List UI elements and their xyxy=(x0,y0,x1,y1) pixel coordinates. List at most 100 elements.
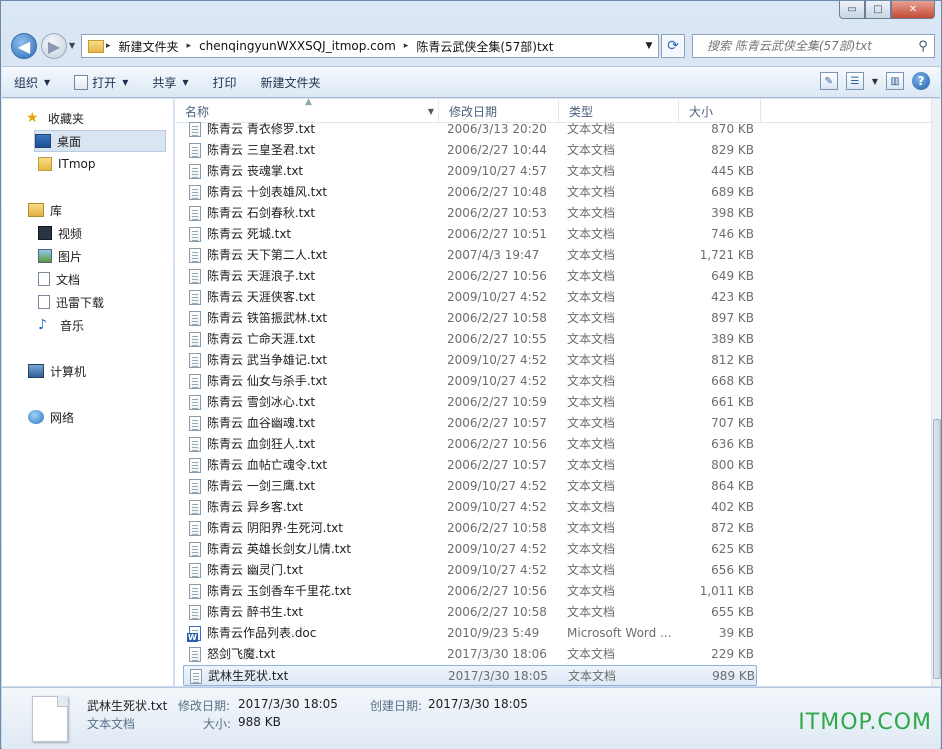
file-row[interactable]: 陈青云 铁笛振武林.txt 2006/2/27 10:58 文本文档 897 KB xyxy=(175,308,931,329)
view-options-icon[interactable]: ☰ xyxy=(845,72,864,90)
star-icon: ★ xyxy=(26,110,39,126)
preview-pane-icon[interactable]: ▥ xyxy=(886,72,904,90)
file-row[interactable]: 陈青云 血帖亡魂令.txt 2006/2/27 10:57 文本文档 800 KB xyxy=(175,455,931,476)
file-name: 陈青云 雪剑冰心.txt xyxy=(207,395,316,409)
breadcrumb-current-folder[interactable]: 陈青云武侠全集(57部)txt xyxy=(410,38,559,55)
file-row[interactable]: 陈青云 十剑表雄风.txt 2006/2/27 10:48 文本文档 689 KB xyxy=(175,182,931,203)
back-button[interactable]: ◀ xyxy=(11,33,37,59)
view-dropdown-icon[interactable]: ▼ xyxy=(872,77,878,86)
search-icon[interactable]: ⚲ xyxy=(912,39,934,54)
file-type: 文本文档 xyxy=(568,669,617,683)
recent-pages-dropdown-icon[interactable]: ▼ xyxy=(69,41,75,50)
refresh-icon[interactable]: ⟳ xyxy=(661,34,685,58)
file-date: 2006/2/27 10:55 xyxy=(447,332,547,346)
text-file-icon xyxy=(189,185,201,200)
chevron-down-icon[interactable]: ▼ xyxy=(428,107,434,116)
open-button[interactable]: 打开 ▼ xyxy=(62,71,140,93)
address-dropdown-icon[interactable]: ▼ xyxy=(640,41,658,51)
file-row[interactable]: 陈青云作品列表.doc 2010/9/23 5:49 Microsoft Word … xyxy=(175,623,931,644)
text-file-icon xyxy=(189,416,201,431)
organize-button[interactable]: 组织 ▼ xyxy=(2,71,62,93)
file-row[interactable]: 陈青云 青衣修罗.txt 2006/3/13 20:20 文本文档 870 KB xyxy=(175,119,931,140)
file-row[interactable]: 陈青云 血谷幽魂.txt 2006/2/27 10:57 文本文档 707 KB xyxy=(175,413,931,434)
details-created-value: 2017/3/30 18:05 xyxy=(428,697,528,711)
file-date: 2009/10/27 4:52 xyxy=(447,500,547,514)
address-bar[interactable]: ▸ 新建文件夹 ▸ chenqingyunWXXSQJ_itmop.com ▸ … xyxy=(81,34,659,58)
nav-desktop[interactable]: 桌面 xyxy=(34,130,166,152)
text-file-icon xyxy=(189,647,201,662)
file-name: 陈青云 青衣修罗.txt xyxy=(207,122,316,136)
file-size: 864 KB xyxy=(711,479,754,493)
file-type: 文本文档 xyxy=(567,206,616,220)
file-row[interactable]: 陈青云 石剑春秋.txt 2006/2/27 10:53 文本文档 398 KB xyxy=(175,203,931,224)
nav-favorites[interactable]: ★ 收藏夹 xyxy=(26,107,192,129)
share-button[interactable]: 共享 ▼ xyxy=(140,71,200,93)
file-row[interactable]: 陈青云 幽灵门.txt 2009/10/27 4:52 文本文档 656 KB xyxy=(175,560,931,581)
text-file-icon xyxy=(189,248,201,263)
file-row[interactable]: 陈青云 天涯侠客.txt 2009/10/27 4:52 文本文档 423 KB xyxy=(175,287,931,308)
file-row[interactable]: 陈青云 亡命天涯.txt 2006/2/27 10:55 文本文档 389 KB xyxy=(175,329,931,350)
column-type-label: 类型 xyxy=(569,104,594,119)
text-file-icon xyxy=(189,584,201,599)
nav-library[interactable]: 库 xyxy=(28,199,194,221)
text-file-icon xyxy=(189,500,201,515)
nav-thunder-label: 迅雷下载 xyxy=(56,295,105,310)
close-button[interactable]: ✕ xyxy=(891,1,935,19)
file-size: 1,011 KB xyxy=(699,584,754,598)
file-row[interactable]: 陈青云 武当争雄记.txt 2009/10/27 4:52 文本文档 812 KB xyxy=(175,350,931,371)
file-row[interactable]: 陈青云 玉剑香车千里花.txt 2006/2/27 10:56 文本文档 1,011 … xyxy=(175,581,931,602)
minimize-button[interactable]: ▭ xyxy=(839,1,865,19)
file-row[interactable]: 陈青云 仙女与杀手.txt 2009/10/27 4:52 文本文档 668 KB xyxy=(175,371,931,392)
breadcrumb-separator-icon[interactable]: ▸ xyxy=(185,41,194,51)
file-date: 2006/2/27 10:51 xyxy=(447,227,547,241)
details-filetype: 文本文档 xyxy=(87,717,136,731)
file-row[interactable]: 陈青云 血剑狂人.txt 2006/2/27 10:56 文本文档 636 KB xyxy=(175,434,931,455)
nav-computer[interactable]: 计算机 xyxy=(28,360,194,382)
file-type: 文本文档 xyxy=(567,437,616,451)
documents-icon xyxy=(38,272,50,286)
file-date: 2006/2/27 10:57 xyxy=(447,416,547,430)
breadcrumb-separator-icon[interactable]: ▸ xyxy=(104,41,113,51)
breadcrumb-separator-icon[interactable]: ▸ xyxy=(402,41,411,51)
file-row[interactable]: 陈青云 天涯浪子.txt 2006/2/27 10:56 文本文档 649 KB xyxy=(175,266,931,287)
file-row[interactable]: 怒剑飞魔.txt 2017/3/30 18:06 文本文档 229 KB xyxy=(175,644,931,665)
file-row[interactable]: 陈青云 异乡客.txt 2009/10/27 4:52 文本文档 402 KB xyxy=(175,497,931,518)
text-file-icon xyxy=(189,143,201,158)
nav-network[interactable]: 网络 xyxy=(28,406,194,428)
forward-button[interactable]: ▶ xyxy=(41,33,67,59)
file-row[interactable]: 武林生死状.txt 2017/3/30 18:05 文本文档 989 KB xyxy=(183,665,757,686)
file-row[interactable]: 陈青云 雪剑冰心.txt 2006/2/27 10:59 文本文档 661 KB xyxy=(175,392,931,413)
text-file-icon xyxy=(189,332,201,347)
text-file-icon xyxy=(189,395,201,410)
file-type: 文本文档 xyxy=(567,185,616,199)
file-row[interactable]: 陈青云 丧魂掌.txt 2009/10/27 4:57 文本文档 445 KB xyxy=(175,161,931,182)
file-size: 800 KB xyxy=(711,458,754,472)
file-row[interactable]: 陈青云 三皇圣君.txt 2006/2/27 10:44 文本文档 829 KB xyxy=(175,140,931,161)
file-row[interactable]: 陈青云 醉书生.txt 2006/2/27 10:58 文本文档 655 KB xyxy=(175,602,931,623)
file-row[interactable]: 陈青云 死城.txt 2006/2/27 10:51 文本文档 746 KB xyxy=(175,224,931,245)
file-row[interactable]: 陈青云 阴阳界·生死河.txt 2006/2/27 10:58 文本文档 872 KB xyxy=(175,518,931,539)
file-date: 2006/2/27 10:59 xyxy=(447,395,547,409)
new-folder-button[interactable]: 新建文件夹 xyxy=(249,71,333,93)
network-icon xyxy=(28,410,44,424)
file-date: 2009/10/27 4:52 xyxy=(447,374,547,388)
breadcrumb-new-folder[interactable]: 新建文件夹 xyxy=(113,38,185,55)
file-row[interactable]: 陈青云 一剑三鹰.txt 2009/10/27 4:52 文本文档 864 KB xyxy=(175,476,931,497)
file-row[interactable]: 陈青云 英雄长剑女儿情.txt 2009/10/27 4:52 文本文档 625 KB xyxy=(175,539,931,560)
help-icon[interactable]: ? xyxy=(912,72,930,90)
details-modified-label: 修改日期: xyxy=(178,699,231,713)
nav-documents-label: 文档 xyxy=(56,272,81,287)
text-file-icon xyxy=(189,164,201,179)
maximize-button[interactable]: □ xyxy=(865,1,891,19)
file-type: 文本文档 xyxy=(567,458,616,472)
scrollbar-thumb[interactable] xyxy=(933,419,941,679)
search-box[interactable]: ⚲ xyxy=(692,34,935,58)
file-size: 389 KB xyxy=(711,332,754,346)
search-input[interactable] xyxy=(693,39,912,53)
file-row[interactable]: 陈青云 天下第二人.txt 2007/4/3 19:47 文本文档 1,721 KB xyxy=(175,245,931,266)
print-button[interactable]: 打印 xyxy=(201,71,249,93)
edit-icon[interactable]: ✎ xyxy=(819,72,838,90)
breadcrumb-chenqingyun[interactable]: chenqingyunWXXSQJ_itmop.com xyxy=(193,39,402,53)
text-file-icon xyxy=(189,437,201,452)
vertical-scrollbar[interactable] xyxy=(931,99,941,686)
